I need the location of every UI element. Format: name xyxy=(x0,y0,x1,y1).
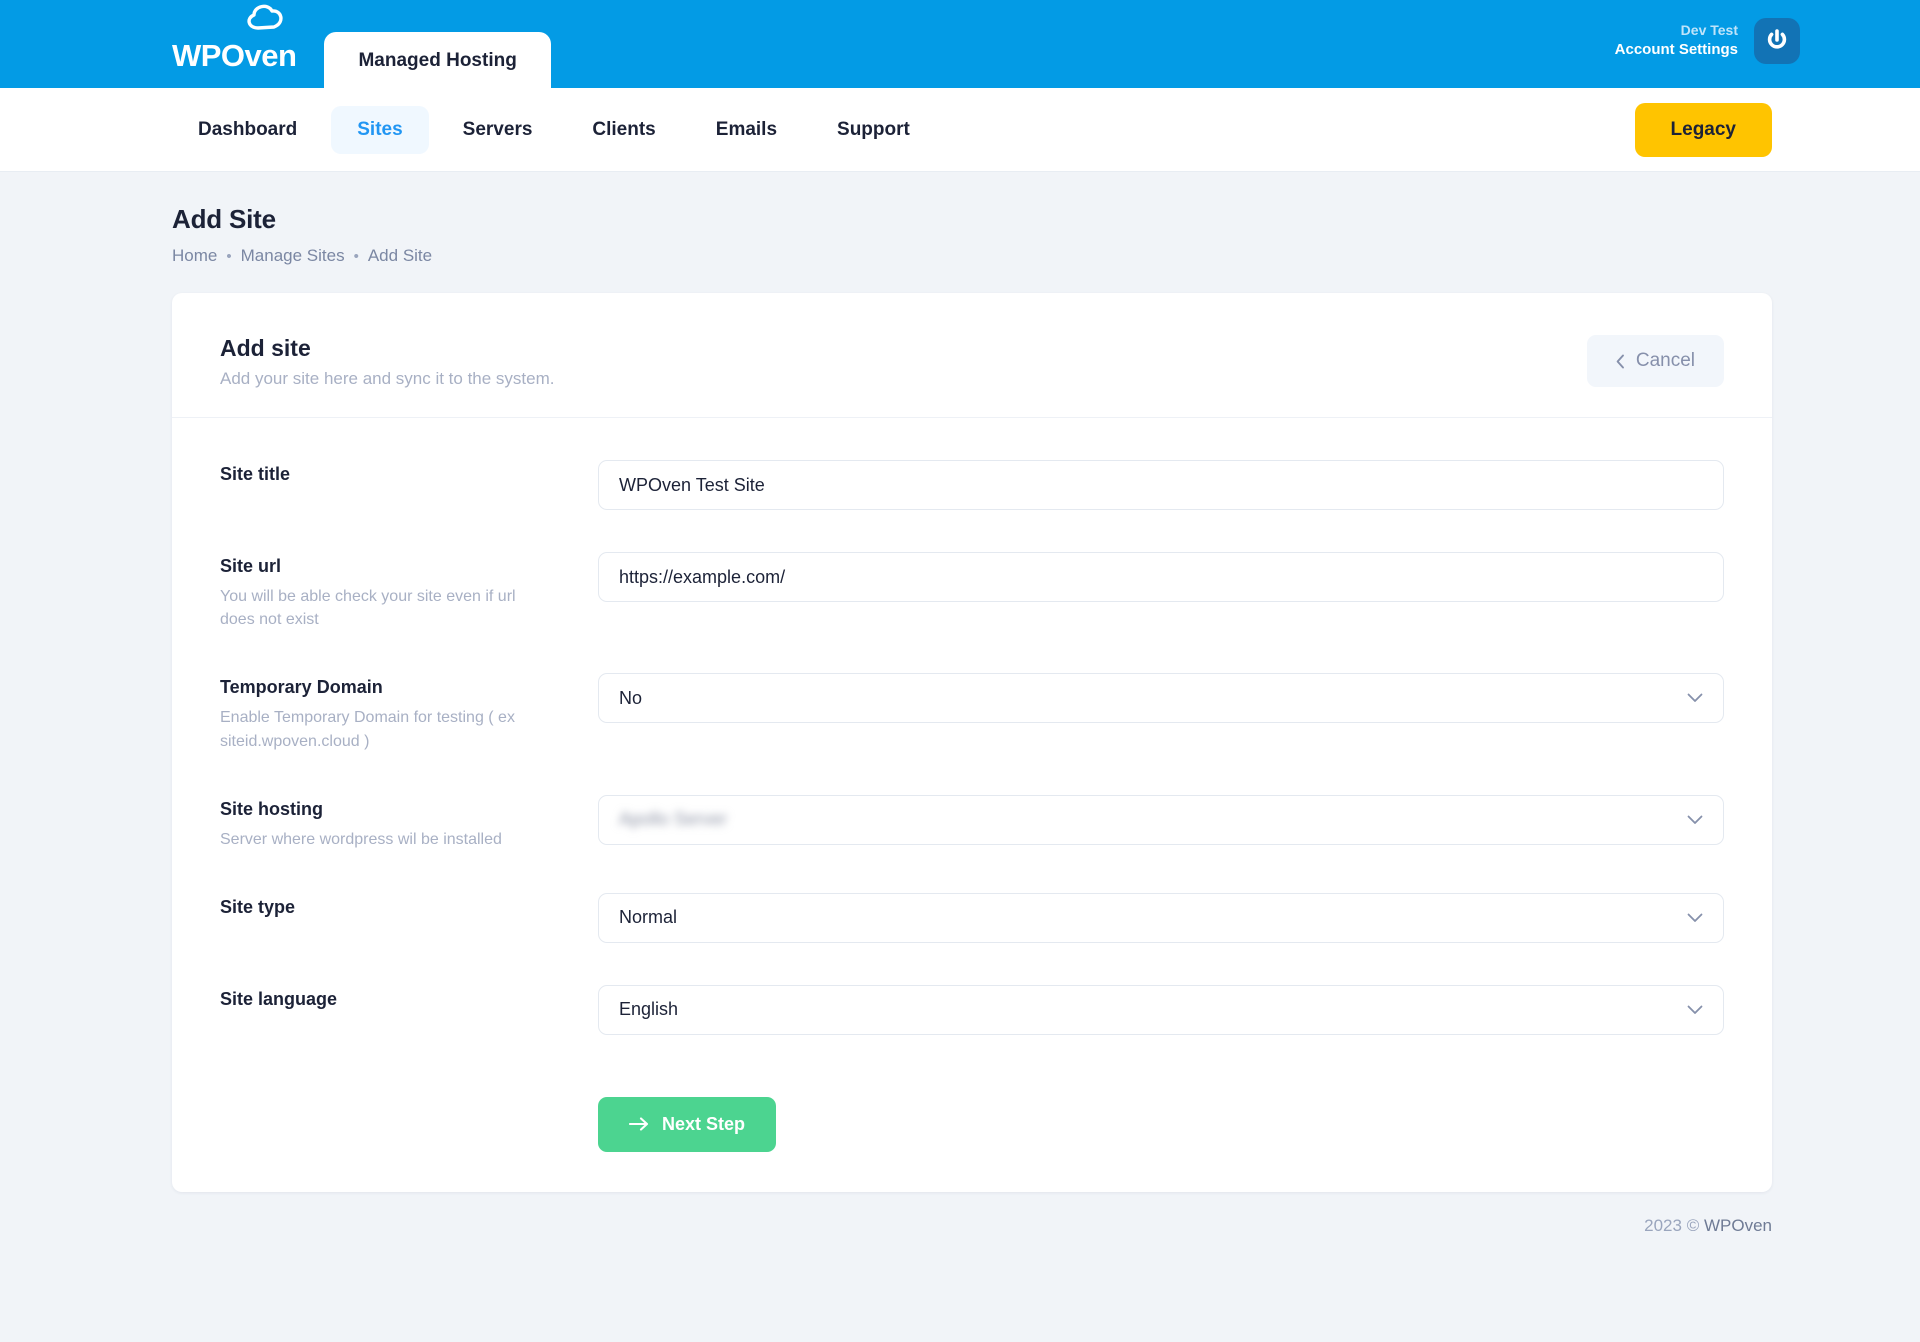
form-row-site-hosting: Site hosting Server where wordpress wil … xyxy=(220,753,1724,851)
label-site-hosting: Site hosting xyxy=(220,798,323,819)
legacy-button[interactable]: Legacy xyxy=(1634,102,1772,157)
temporary-domain-select[interactable]: No xyxy=(598,673,1724,724)
site-language-select[interactable]: English xyxy=(598,984,1724,1035)
footer-year: 2023 xyxy=(1644,1215,1682,1235)
account-settings-label: Account Settings xyxy=(1614,41,1738,59)
nav-items: Dashboard Sites Servers Clients Emails S… xyxy=(172,105,936,154)
page-head: Add Site Home • Manage Sites • Add Site xyxy=(0,172,1920,266)
top-bar: WPOven Managed Hosting Dev Test Account … xyxy=(0,0,1920,88)
breadcrumb-item-home[interactable]: Home xyxy=(172,246,217,266)
site-language-value: English xyxy=(619,999,679,1020)
site-type-select[interactable]: Normal xyxy=(598,892,1724,943)
brand-name: WPOven xyxy=(172,38,297,73)
nav-item-dashboard[interactable]: Dashboard xyxy=(172,106,323,154)
site-url-input[interactable] xyxy=(598,552,1724,602)
main-nav: Dashboard Sites Servers Clients Emails S… xyxy=(0,88,1920,172)
label-col: Temporary Domain Enable Temporary Domain… xyxy=(220,673,598,752)
temporary-domain-value: No xyxy=(619,687,643,708)
field-col xyxy=(598,552,1724,602)
next-step-button[interactable]: Next Step xyxy=(598,1096,777,1152)
add-site-card: Add site Add your site here and sync it … xyxy=(172,293,1772,1192)
field-col: Apollo Server xyxy=(598,794,1724,845)
account-user-name: Dev Test xyxy=(1680,22,1738,39)
site-hosting-select[interactable]: Apollo Server xyxy=(598,794,1724,845)
tab-managed-hosting[interactable]: Managed Hosting xyxy=(324,32,551,88)
nav-item-servers[interactable]: Servers xyxy=(437,106,559,154)
nav-item-sites[interactable]: Sites xyxy=(331,105,429,154)
form-row-site-type: Site type Normal xyxy=(220,851,1724,943)
label-col: Site hosting Server where wordpress wil … xyxy=(220,795,598,851)
cancel-label: Cancel xyxy=(1635,350,1695,371)
breadcrumb-item-add-site: Add Site xyxy=(367,246,433,265)
nav-item-support[interactable]: Support xyxy=(811,106,936,154)
field-col xyxy=(598,460,1724,510)
footer-company: WPOven xyxy=(1703,1215,1772,1235)
brand[interactable]: WPOven xyxy=(172,4,297,74)
breadcrumb-separator: • xyxy=(226,247,232,265)
field-col: Normal xyxy=(598,892,1724,943)
label-col: Site url You will be able check your sit… xyxy=(220,552,598,631)
form-row-site-url: Site url You will be able check your sit… xyxy=(220,510,1724,631)
nav-item-clients[interactable]: Clients xyxy=(566,106,681,154)
footer: 2023 © WPOven xyxy=(0,1192,1920,1258)
label-site-title: Site title xyxy=(220,464,291,484)
chevron-left-icon xyxy=(1616,354,1624,368)
arrow-right-icon xyxy=(629,1117,649,1131)
chevron-down-icon xyxy=(1687,815,1703,824)
footer-copyright-icon: © xyxy=(1686,1215,1700,1235)
add-site-form: Site title Site url You will be able che… xyxy=(172,418,1772,1035)
label-temporary-domain: Temporary Domain xyxy=(220,677,383,698)
submit-row: Next Step xyxy=(172,1035,1772,1152)
next-step-label: Next Step xyxy=(662,1113,746,1134)
account-zone[interactable]: Dev Test Account Settings xyxy=(1615,18,1800,64)
label-site-type: Site type xyxy=(220,896,296,917)
cancel-button[interactable]: Cancel xyxy=(1586,335,1724,387)
card-title: Add site xyxy=(220,335,311,361)
form-row-site-title: Site title xyxy=(220,418,1724,510)
site-hosting-value: Apollo Server xyxy=(619,809,728,830)
label-site-url: Site url xyxy=(220,556,282,576)
form-row-site-language: Site language English xyxy=(220,943,1724,1035)
avatar[interactable] xyxy=(1754,18,1800,64)
account-text: Dev Test Account Settings xyxy=(1615,21,1738,60)
breadcrumb-item-manage-sites[interactable]: Manage Sites xyxy=(241,246,345,266)
label-col: Site language xyxy=(220,985,598,1010)
label-col: Site type xyxy=(220,893,598,918)
help-site-hosting: Server where wordpress wil be installed xyxy=(220,830,502,848)
card-header: Add site Add your site here and sync it … xyxy=(172,293,1772,418)
form-row-temporary-domain: Temporary Domain Enable Temporary Domain… xyxy=(220,631,1724,752)
page-title: Add Site xyxy=(172,204,276,234)
chevron-down-icon xyxy=(1687,913,1703,922)
card-header-text: Add site Add your site here and sync it … xyxy=(220,335,555,389)
label-site-language: Site language xyxy=(220,988,338,1009)
card-subtitle: Add your site here and sync it to the sy… xyxy=(220,369,555,388)
help-site-url: You will be able check your site even if… xyxy=(220,588,516,629)
chevron-down-icon xyxy=(1687,693,1703,703)
field-col: English xyxy=(598,984,1724,1035)
label-col: Site title xyxy=(220,460,598,485)
field-col: No xyxy=(598,673,1724,724)
breadcrumb-separator: • xyxy=(353,247,359,265)
site-type-value: Normal xyxy=(619,907,678,928)
power-icon xyxy=(1767,29,1787,49)
breadcrumb: Home • Manage Sites • Add Site xyxy=(172,246,1920,266)
help-temporary-domain: Enable Temporary Domain for testing ( ex… xyxy=(220,709,515,750)
site-title-input[interactable] xyxy=(598,460,1724,510)
cloud-outline-icon xyxy=(247,4,283,30)
nav-item-emails[interactable]: Emails xyxy=(690,106,803,154)
chevron-down-icon xyxy=(1687,1005,1703,1014)
